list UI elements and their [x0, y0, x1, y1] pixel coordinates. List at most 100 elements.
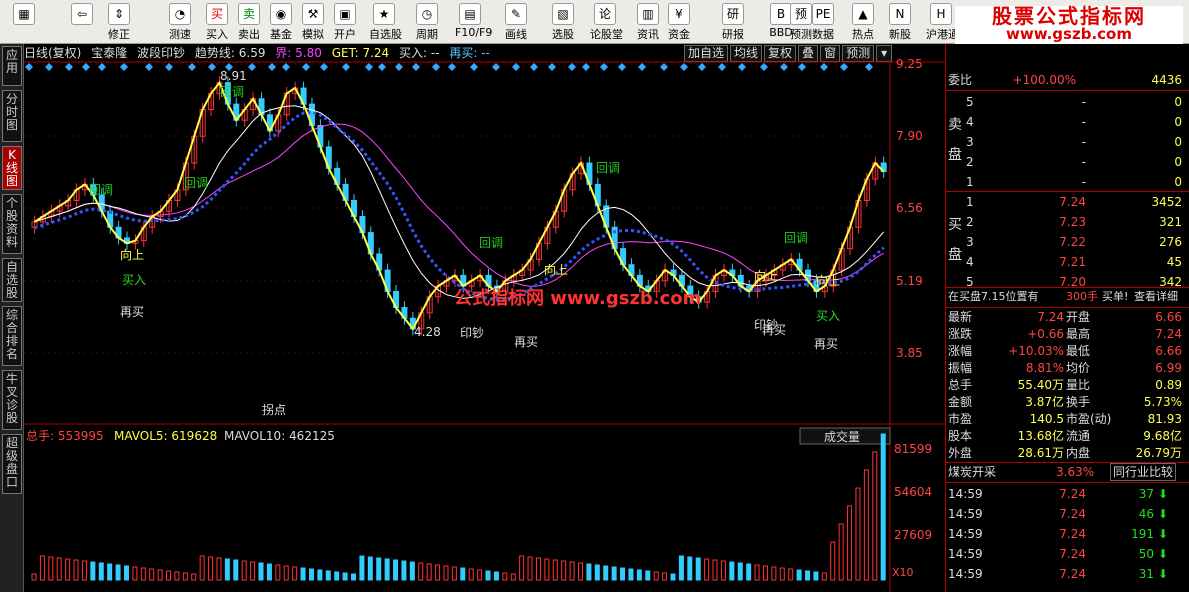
tick-price: 7.24 — [1059, 487, 1086, 501]
volume-bar — [191, 573, 197, 581]
volume-bar — [98, 562, 104, 581]
volume-bar — [603, 565, 609, 581]
tick-volume: 31 — [1138, 567, 1154, 581]
toolbar-report-button[interactable]: 研研报 — [718, 2, 748, 42]
toolbar-pencil-button[interactable]: ✎ 画线 — [501, 2, 531, 42]
toolbar-label: 资讯 — [637, 28, 659, 41]
price: - — [1081, 115, 1086, 129]
volume-bar — [292, 566, 298, 581]
toolbar-doc-button[interactable]: ▤ F10/F9 — [455, 2, 492, 42]
volume-bar — [729, 561, 735, 581]
toolbar-buy-button[interactable]: 买买入 — [202, 2, 232, 42]
signal-diamond — [760, 63, 768, 71]
volume: 321 — [1159, 215, 1182, 229]
price: 7.23 — [1059, 215, 1086, 229]
volume-bar — [317, 569, 323, 581]
toolbar-clock-button[interactable]: ◷ 周期 — [412, 2, 442, 42]
volume-bar — [224, 558, 230, 581]
toolbar-label: 选股 — [552, 28, 574, 41]
toolbar-money-button[interactable]: ¥ 资金 — [664, 2, 694, 42]
volume-bar — [653, 571, 659, 581]
sell-level-2: 2 - 0 — [946, 152, 1186, 172]
side-tab-6[interactable]: 牛叉诊股 — [2, 370, 22, 430]
toolbar-grid-button[interactable]: ▦ — [4, 2, 44, 42]
volume-bar — [493, 571, 499, 581]
grid-icon: ▦ — [13, 3, 35, 25]
weibi-row: 委比 +100.00% 4436 — [946, 70, 1186, 90]
toolbar-sell-button[interactable]: 卖卖出 — [234, 2, 264, 42]
toolbar-fund-button[interactable]: ◉ 基金 — [266, 2, 296, 42]
side-tab-1[interactable]: 分时图 — [2, 90, 22, 142]
money-icon: ¥ — [668, 3, 690, 25]
kline-chart-area[interactable]: 日线(复权) 宝泰隆 波段印钞 趋势线: 6.59 界: 5.80 GET: 7… — [24, 44, 945, 592]
industry-compare-button[interactable]: 同行业比较 — [1110, 463, 1177, 481]
toolbar-star-button[interactable]: ★ 自选股 — [369, 2, 402, 42]
volume-bar — [813, 571, 819, 581]
vol-axis-label: 54604 — [894, 485, 932, 499]
level: 3 — [966, 235, 974, 249]
notice-d[interactable]: 查看详细 — [1134, 287, 1178, 307]
volume-bar — [872, 451, 878, 581]
side-tab-0[interactable]: 应用 — [2, 46, 22, 86]
chart-annotation-17: 印钞 — [754, 317, 778, 332]
toolbar-news-button[interactable]: ▥ 资讯 — [633, 2, 663, 42]
toolbar-screen-button[interactable]: ▧ 选股 — [548, 2, 578, 42]
price: - — [1081, 135, 1086, 149]
tick-price: 7.24 — [1059, 567, 1086, 581]
signal-diamond — [248, 63, 256, 71]
toolbar-forum-button[interactable]: 论论股堂 — [590, 2, 623, 42]
side-tab-4[interactable]: 自选股 — [2, 258, 22, 302]
signal-diamond — [698, 63, 706, 71]
toolbar-lock-button[interactable]: ▣ 开户 — [330, 2, 360, 42]
chart-annotation-2: 回调 — [220, 85, 244, 99]
volume-bar — [275, 564, 281, 581]
volume-bar — [477, 569, 483, 581]
volume-bar — [426, 563, 432, 581]
signal-diamond — [680, 63, 688, 71]
volume-bar — [233, 559, 239, 581]
toolbar-speed-button[interactable]: ◔ 测速 — [165, 2, 195, 42]
tick-volume: 50 — [1138, 547, 1154, 561]
toolbar-ipo-button[interactable]: N 新股 — [885, 2, 915, 42]
toolbar-up-down-button[interactable]: ⇕ 修正 — [104, 2, 134, 42]
volume-bar — [115, 564, 121, 581]
notice-b: 300手 — [1066, 290, 1098, 303]
chart-annotation-1: 回调 — [184, 176, 208, 190]
price: - — [1081, 175, 1086, 189]
fund-icon: ◉ — [270, 3, 292, 25]
side-tab-3[interactable]: 个股资料 — [2, 194, 22, 254]
toolbar-label: 数据 — [812, 28, 834, 41]
volume-bar — [266, 563, 272, 581]
volume-bar — [132, 566, 138, 581]
volume-bar — [359, 555, 365, 581]
side-tab-7[interactable]: 超级盘口 — [2, 434, 22, 494]
volume-bar — [847, 505, 853, 581]
vol-axis-label: 27609 — [894, 528, 932, 542]
volume-bar — [830, 541, 836, 581]
volume-bar — [636, 569, 642, 581]
volume-bar — [149, 568, 155, 581]
toolbar-label: 卖出 — [238, 28, 260, 41]
volume-bar — [645, 570, 651, 581]
toolbar-label: 沪港通 — [926, 28, 959, 41]
toolbar-hammer-button[interactable]: ⚒ 模拟 — [298, 2, 328, 42]
shhk-icon: H — [930, 3, 952, 25]
toolbar-pe-button[interactable]: PE 数据 — [808, 2, 838, 42]
price: 7.24 — [1059, 195, 1086, 209]
level: 3 — [966, 135, 974, 149]
toolbar-shhk-button[interactable]: H 沪港通 — [926, 2, 959, 42]
volume: 3452 — [1151, 195, 1182, 209]
signal-diamond — [412, 63, 420, 71]
volume-bar — [384, 558, 390, 581]
volume-bar — [107, 563, 113, 581]
volume-bar — [502, 572, 508, 581]
volume-bar — [140, 567, 146, 581]
toolbar-back-arrow-button[interactable]: ⇦ — [63, 2, 101, 42]
volume-bar — [39, 555, 45, 581]
side-tab-5[interactable]: 综合排名 — [2, 306, 22, 366]
ma-line-magenta — [34, 123, 884, 287]
sell-level-1: 1 - 0 — [946, 172, 1186, 192]
side-tab-2[interactable]: K线图 — [2, 146, 22, 190]
level: 5 — [966, 95, 974, 109]
toolbar-hot-button[interactable]: ▲ 热点 — [848, 2, 878, 42]
